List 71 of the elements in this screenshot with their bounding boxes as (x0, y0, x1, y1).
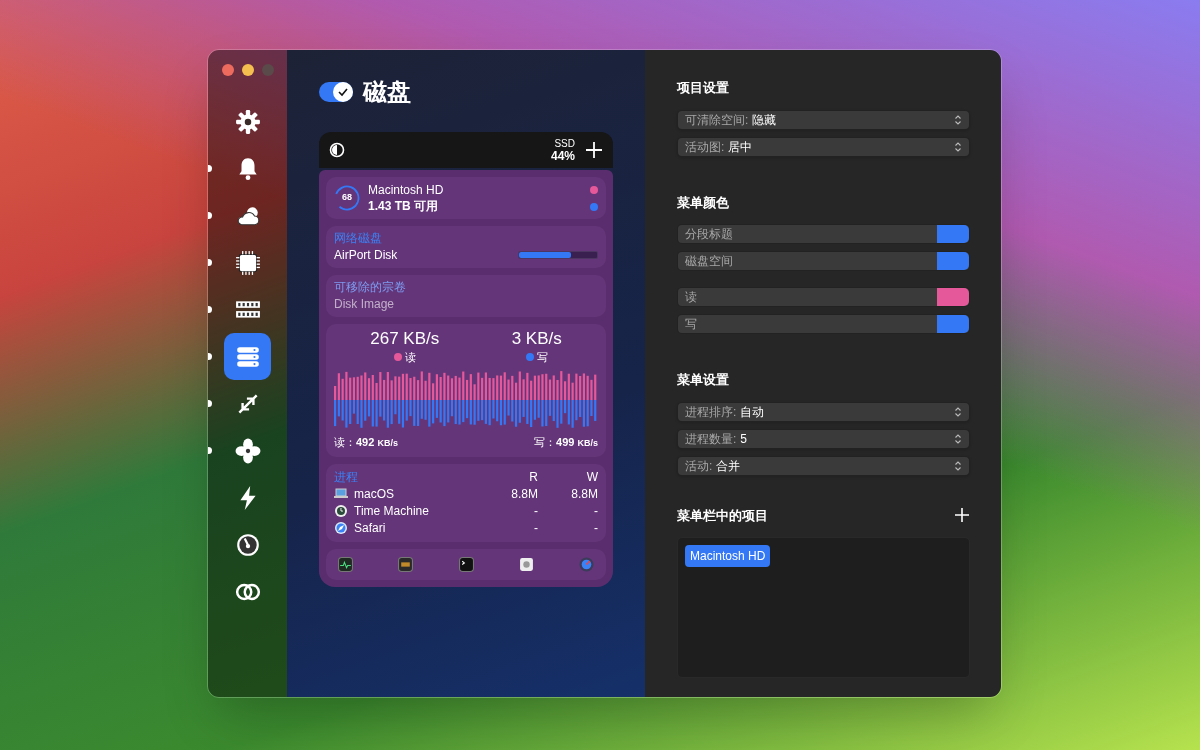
speed-value: 267 KB/s (370, 330, 440, 348)
section-heading: 菜单栏中的项目 (677, 506, 768, 525)
section-heading: 网络磁盘 (334, 230, 383, 247)
process-read: - (533, 502, 538, 520)
section-heading: 菜单设置 (677, 371, 729, 389)
activity-monitor-icon[interactable] (338, 556, 353, 572)
total-reading: 读：492 KB/s (334, 435, 398, 450)
gauge-app-icon[interactable] (579, 556, 594, 572)
module-title: 磁盘 (363, 80, 411, 104)
chevron-icon (954, 432, 962, 445)
color-label: 分段标题 (685, 226, 733, 243)
process-name: Time Machine (354, 502, 430, 520)
color-swatch[interactable] (937, 315, 969, 333)
disk-name: Macintosh HD (368, 182, 444, 198)
usage-ring-value: 68 (341, 191, 353, 205)
legend-label: 读 (404, 350, 416, 365)
disk-type-label: SSD (554, 138, 575, 150)
add-icon[interactable] (954, 507, 970, 524)
color-swatch[interactable] (937, 225, 969, 243)
close-button[interactable] (222, 64, 234, 76)
menu-bar-item[interactable]: Macintosh HD (685, 545, 771, 567)
dropdown[interactable]: 可清除空间: 隐藏 (677, 109, 970, 130)
clock-icon (334, 504, 348, 518)
chevron-icon (954, 140, 962, 153)
process-name: macOS (354, 485, 395, 503)
color-swatch[interactable] (937, 252, 969, 270)
process-write: - (593, 502, 598, 520)
section-heading: 可移除的宗卷 (334, 279, 407, 296)
minimize-button[interactable] (242, 64, 254, 76)
color-swatch[interactable] (937, 288, 969, 306)
column-header: W (585, 468, 598, 486)
disk-name: Disk Image (334, 296, 396, 313)
contrast-icon (329, 142, 345, 158)
color-label: 磁盘空间 (685, 253, 733, 270)
color-label: 读 (685, 289, 697, 306)
chip-icon (234, 249, 261, 276)
legend-label: 写 (536, 350, 548, 365)
laptop-icon (334, 487, 348, 501)
disk-usage-value: 44% (550, 150, 575, 162)
dropdown[interactable]: 活动: 合并 (677, 455, 970, 476)
dropdown[interactable]: 进程数量: 5 (677, 428, 970, 449)
sidebar-item[interactable] (224, 333, 271, 380)
process-read: - (533, 519, 538, 537)
section-heading: 进程 (334, 468, 359, 486)
disk-name: AirPort Disk (334, 247, 399, 264)
add-icon[interactable] (585, 141, 603, 159)
dropdown[interactable]: 进程排序: 自动 (677, 401, 970, 422)
checkmark-icon (337, 86, 349, 98)
speed-value: 3 KB/s (511, 330, 562, 348)
fan-icon (234, 437, 261, 464)
process-write: 8.8M (570, 485, 598, 503)
terminal-icon[interactable] (458, 556, 474, 572)
column-header: R (528, 468, 538, 486)
gauge-icon (234, 531, 261, 558)
total-reading: 写：499 KB/s (534, 435, 598, 450)
toggle-switch[interactable] (319, 82, 353, 102)
console-icon[interactable] (398, 556, 414, 572)
dropdown[interactable]: 活动图: 居中 (677, 136, 970, 157)
process-name: Safari (354, 519, 387, 537)
color-label: 写 (685, 316, 697, 333)
section-heading: 菜单颜色 (677, 193, 729, 212)
settings-icon (234, 108, 261, 135)
chevron-icon (954, 113, 962, 126)
process-read: 8.8M (510, 485, 538, 503)
chevron-icon (954, 405, 962, 418)
compass-icon (334, 521, 348, 535)
process-write: - (593, 519, 598, 537)
chevron-icon (954, 459, 962, 472)
disk-utility-icon[interactable] (518, 556, 534, 572)
disk-free-space: 1.43 TB 可用 (368, 198, 440, 214)
section-heading: 项目设置 (677, 79, 729, 97)
